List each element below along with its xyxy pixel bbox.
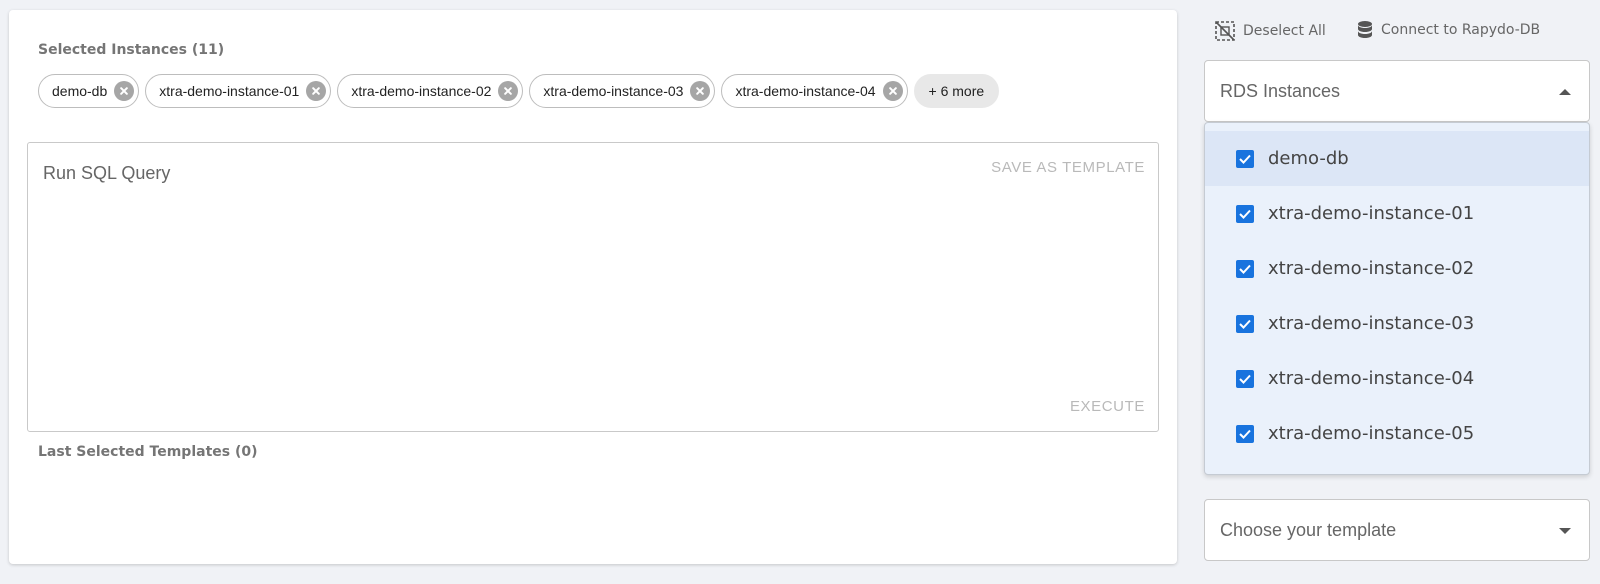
rds-instances-label: RDS Instances <box>1220 81 1341 101</box>
instance-chip[interactable]: xtra-demo-instance-03 <box>529 74 716 108</box>
remove-chip-icon[interactable] <box>114 81 135 101</box>
sql-query-box[interactable]: Run SQL Query SAVE AS TEMPLATE EXECUTE <box>27 142 1159 432</box>
chip-label: xtra-demo-instance-04 <box>735 83 876 99</box>
checkbox-checked-icon[interactable] <box>1236 204 1254 223</box>
remove-chip-icon[interactable] <box>498 81 519 101</box>
rds-instances-select[interactable]: RDS Instances <box>1204 60 1590 122</box>
chip-label: demo-db <box>52 83 108 99</box>
connect-rapydo-button[interactable]: Connect to Rapydo-DB <box>1356 20 1540 40</box>
deselect-icon <box>1215 21 1235 41</box>
last-selected-templates-title: Last Selected Templates (0) <box>38 444 258 460</box>
sql-query-input[interactable]: Run SQL Query <box>43 163 170 184</box>
rds-option-instance-04[interactable]: xtra-demo-instance-04 <box>1205 351 1589 406</box>
option-label: xtra-demo-instance-04 <box>1268 368 1475 389</box>
rds-option-instance-05[interactable]: xtra-demo-instance-05 <box>1205 406 1589 461</box>
instance-chip[interactable]: xtra-demo-instance-04 <box>721 74 908 108</box>
rds-option-instance-01[interactable]: xtra-demo-instance-01 <box>1205 186 1589 241</box>
option-label: demo-db <box>1268 148 1349 169</box>
remove-chip-icon[interactable] <box>306 81 327 101</box>
execute-button[interactable]: EXECUTE <box>1070 398 1145 415</box>
option-label: xtra-demo-instance-02 <box>1268 258 1475 279</box>
rds-option-demo-db[interactable]: demo-db <box>1205 131 1589 186</box>
checkbox-checked-icon[interactable] <box>1236 424 1254 443</box>
selected-instances-title: Selected Instances (11) <box>38 42 225 58</box>
database-icon <box>1358 21 1372 38</box>
connect-rapydo-label: Connect to Rapydo-DB <box>1381 22 1541 38</box>
remove-chip-icon[interactable] <box>690 81 711 101</box>
chip-label: xtra-demo-instance-03 <box>543 83 684 99</box>
selected-instances-chips: demo-db xtra-demo-instance-01 xtra-demo-… <box>38 74 1000 108</box>
rds-option-instance-03[interactable]: xtra-demo-instance-03 <box>1205 296 1589 351</box>
option-label: xtra-demo-instance-03 <box>1268 313 1475 334</box>
checkbox-checked-icon[interactable] <box>1236 149 1254 168</box>
deselect-all-button[interactable]: Deselect All <box>1214 20 1326 42</box>
rds-instances-dropdown: demo-db xtra-demo-instance-01 xtra-demo-… <box>1204 122 1590 475</box>
option-label: xtra-demo-instance-05 <box>1268 423 1475 444</box>
option-label: xtra-demo-instance-01 <box>1268 203 1475 224</box>
instance-chip[interactable]: demo-db <box>38 74 140 108</box>
save-as-template-button[interactable]: SAVE AS TEMPLATE <box>991 159 1145 176</box>
chevron-down-icon[interactable] <box>1559 528 1571 534</box>
main-card: Selected Instances (11) demo-db xtra-dem… <box>9 10 1177 564</box>
chip-label: xtra-demo-instance-01 <box>159 83 300 99</box>
more-instances-chip[interactable]: + 6 more <box>913 74 1000 108</box>
chevron-up-icon[interactable] <box>1559 89 1571 95</box>
checkbox-checked-icon[interactable] <box>1236 369 1254 388</box>
instance-chip[interactable]: xtra-demo-instance-02 <box>337 74 524 108</box>
checkbox-checked-icon[interactable] <box>1236 259 1254 278</box>
rds-option-instance-02[interactable]: xtra-demo-instance-02 <box>1205 241 1589 296</box>
checkbox-checked-icon[interactable] <box>1236 314 1254 333</box>
remove-chip-icon[interactable] <box>882 81 903 101</box>
template-select[interactable]: Choose your template <box>1204 499 1590 561</box>
chip-label: xtra-demo-instance-02 <box>351 83 492 99</box>
deselect-all-label: Deselect All <box>1243 23 1326 39</box>
template-select-placeholder: Choose your template <box>1220 520 1397 540</box>
instance-chip[interactable]: xtra-demo-instance-01 <box>145 74 332 108</box>
